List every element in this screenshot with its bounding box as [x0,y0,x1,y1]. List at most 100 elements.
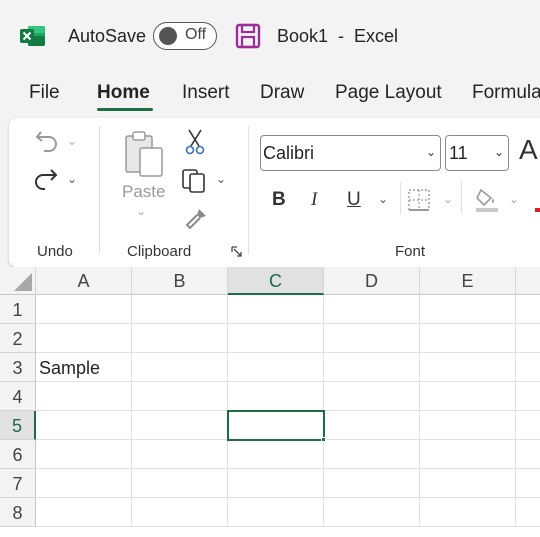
underline-dropdown-chevron-icon[interactable]: ⌄ [378,192,388,206]
paste-label[interactable]: Paste [122,182,165,202]
cell-b4[interactable] [132,382,228,411]
copy-dropdown-chevron-icon[interactable]: ⌄ [216,172,226,186]
copy-icon[interactable] [181,166,209,194]
cell-e6[interactable] [420,440,516,469]
cell-f1[interactable] [516,295,540,324]
redo-dropdown-chevron-icon[interactable]: ⌄ [67,172,77,186]
save-icon[interactable] [235,23,261,49]
cell-e1[interactable] [420,295,516,324]
cell-a2[interactable] [36,324,132,353]
cut-icon[interactable] [183,128,207,156]
cell-d4[interactable] [324,382,420,411]
cell-a3[interactable]: Sample [36,353,132,382]
cell-f5[interactable] [516,411,540,440]
undo-dropdown-chevron-icon[interactable]: ⌄ [67,134,77,148]
font-name-select[interactable]: Calibri ⌄ [260,135,441,171]
row-header-6[interactable]: 6 [0,440,36,469]
column-header-f[interactable] [516,267,540,295]
cell-b3[interactable] [132,353,228,382]
cell-f6[interactable] [516,440,540,469]
cell-f3[interactable] [516,353,540,382]
cell-f2[interactable] [516,324,540,353]
clipboard-group-label: Clipboard [127,243,192,260]
column-header-a[interactable]: A [36,267,132,295]
cell-c1[interactable] [228,295,324,324]
cell-c8[interactable] [228,498,324,527]
column-header-b[interactable]: B [132,267,228,295]
tab-home[interactable]: Home [97,82,150,104]
cell-c7[interactable] [228,469,324,498]
paste-icon[interactable] [122,130,168,180]
cell-c2[interactable] [228,324,324,353]
fill-color-dropdown-chevron-icon[interactable]: ⌄ [509,192,519,206]
italic-button[interactable]: I [311,189,317,211]
cell-e5[interactable] [420,411,516,440]
borders-icon[interactable] [407,188,431,212]
row-header-5[interactable]: 5 [0,411,36,440]
cell-e3[interactable] [420,353,516,382]
row-header-3[interactable]: 3 [0,353,36,382]
cell-b8[interactable] [132,498,228,527]
cell-e7[interactable] [420,469,516,498]
undo-icon[interactable] [33,126,61,154]
cell-b1[interactable] [132,295,228,324]
row-header-1[interactable]: 1 [0,295,36,324]
cell-e2[interactable] [420,324,516,353]
column-header-d[interactable]: D [324,267,420,295]
cell-f4[interactable] [516,382,540,411]
cell-d8[interactable] [324,498,420,527]
cell-d2[interactable] [324,324,420,353]
cell-b2[interactable] [132,324,228,353]
cell-d5[interactable] [324,411,420,440]
cell-a7[interactable] [36,469,132,498]
cell-b6[interactable] [132,440,228,469]
cell-c4[interactable] [228,382,324,411]
cell-d1[interactable] [324,295,420,324]
row-header-7[interactable]: 7 [0,469,36,498]
autosave-state: Off [185,26,207,43]
row-header-4[interactable]: 4 [0,382,36,411]
select-all-button[interactable] [0,267,36,295]
cell-d7[interactable] [324,469,420,498]
cell-d6[interactable] [324,440,420,469]
tab-page-layout[interactable]: Page Layout [335,82,442,104]
cell-d3[interactable] [324,353,420,382]
cell-a5[interactable] [36,411,132,440]
cell-e8[interactable] [420,498,516,527]
cell-c6[interactable] [228,440,324,469]
format-painter-icon[interactable] [183,206,209,232]
cell-e4[interactable] [420,382,516,411]
column-header-e[interactable]: E [420,267,516,295]
active-cell-border[interactable] [227,410,325,441]
cell-f7[interactable] [516,469,540,498]
paste-dropdown-chevron-icon[interactable]: ⌄ [136,204,146,218]
font-size-select[interactable]: 11 ⌄ [445,135,509,171]
worksheet-grid[interactable]: A B C D E 1 2 3 4 5 6 7 8 Sample [0,267,540,537]
tab-insert[interactable]: Insert [182,82,230,104]
tab-draw[interactable]: Draw [260,82,304,104]
bold-button[interactable]: B [272,189,286,211]
cell-b5[interactable] [132,411,228,440]
fill-color-icon[interactable] [473,186,501,214]
cell-a1[interactable] [36,295,132,324]
fill-handle[interactable] [321,437,326,442]
column-header-c[interactable]: C [228,267,324,295]
ribbon-tabs: File Home Insert Draw Page Layout Formul… [0,82,540,116]
cell-a6[interactable] [36,440,132,469]
cell-b7[interactable] [132,469,228,498]
cell-c3[interactable] [228,353,324,382]
dialog-launcher-icon[interactable] [231,246,243,258]
cell-a4[interactable] [36,382,132,411]
cell-f8[interactable] [516,498,540,527]
row-header-8[interactable]: 8 [0,498,36,527]
redo-icon[interactable] [31,164,61,194]
autosave-toggle[interactable]: Off [153,22,217,50]
font-color-icon[interactable] [535,208,540,212]
grow-font-button[interactable]: A [519,134,538,166]
tab-file[interactable]: File [29,82,60,104]
row-header-2[interactable]: 2 [0,324,36,353]
borders-dropdown-chevron-icon[interactable]: ⌄ [443,192,453,206]
underline-button[interactable]: U [347,189,361,211]
tab-formulas[interactable]: Formulas [472,82,540,104]
cell-a8[interactable] [36,498,132,527]
